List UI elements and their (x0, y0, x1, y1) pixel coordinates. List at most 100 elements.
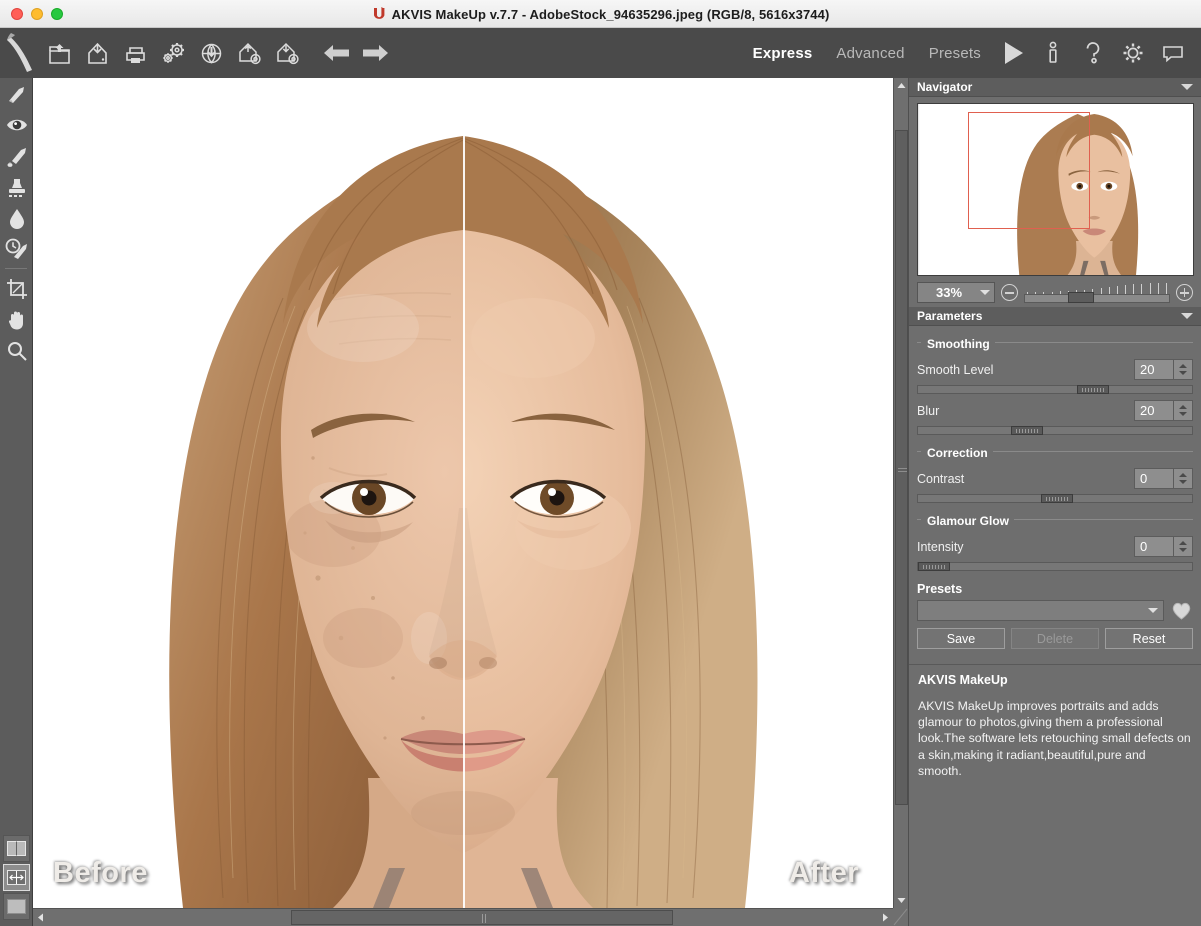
help-button[interactable] (1073, 28, 1113, 78)
zoom-out-button[interactable] (1001, 284, 1018, 301)
param-value-intensity[interactable]: 0 (1134, 536, 1173, 557)
spinner-buttons-blur[interactable] (1173, 400, 1193, 421)
navigator-viewport-rect[interactable] (968, 112, 1090, 229)
param-spinner-blur[interactable]: 20 (1134, 400, 1193, 421)
param-label-intensity: Intensity (917, 539, 964, 554)
preset-buttons: Save Delete Reset (917, 628, 1193, 649)
param-spinner-contrast[interactable]: 0 (1134, 468, 1193, 489)
param-spinner-smooth-level[interactable]: 20 (1134, 359, 1193, 380)
chevron-down-icon-zoom (980, 290, 990, 295)
hand-tool[interactable] (0, 304, 33, 335)
zoom-slider[interactable] (1024, 282, 1170, 303)
vertical-scroll-thumb[interactable] (895, 130, 908, 805)
param-slider-blur[interactable] (917, 426, 1193, 435)
param-label-contrast: Contrast (917, 471, 965, 486)
run-button[interactable] (993, 28, 1033, 78)
view-mode-split[interactable] (3, 835, 30, 862)
group-title-glamour-glow: Glamour Glow (921, 514, 1015, 528)
mode-presets[interactable]: Presets (917, 45, 993, 62)
publish-web-button[interactable] (192, 32, 230, 74)
canvas-horizontal-scrollbar[interactable] (33, 908, 908, 926)
blur-tool[interactable] (0, 202, 33, 233)
zoom-level-value: 33% (935, 285, 963, 300)
navigator-title: Navigator (917, 80, 973, 94)
parameters-body: Smoothing Smooth Level 20 Blur 20 Correc… (909, 335, 1201, 655)
preferences-button[interactable] (154, 32, 192, 74)
image-canvas[interactable]: Before After (33, 78, 893, 908)
chevron-down-icon-params[interactable] (1181, 313, 1193, 319)
param-slider-thumb-contrast[interactable] (1041, 494, 1074, 503)
heart-icon[interactable] (1170, 600, 1193, 621)
zoom-slider-track[interactable] (1024, 294, 1170, 303)
comments-button[interactable] (1153, 28, 1193, 78)
mode-express[interactable]: Express (741, 45, 825, 62)
exclusion-tool[interactable] (0, 140, 33, 171)
horizontal-scroll-thumb[interactable] (291, 910, 673, 925)
spinner-buttons-smooth-level[interactable] (1173, 359, 1193, 380)
param-slider-thumb-smooth-level[interactable] (1076, 385, 1109, 394)
left-toolbar (0, 78, 33, 926)
zoom-level-select[interactable]: 33% (917, 282, 995, 303)
scroll-thumb-grip-h (482, 914, 486, 923)
open-image-button[interactable] (40, 32, 78, 74)
print-image-button[interactable] (116, 32, 154, 74)
param-row-contrast: Contrast 0 (917, 468, 1193, 489)
spinner-buttons-intensity[interactable] (1173, 536, 1193, 557)
param-slider-thumb-intensity[interactable] (918, 562, 950, 571)
smudge-tool[interactable] (0, 78, 33, 109)
settings-button[interactable] (1113, 28, 1153, 78)
zoom-slider-thumb[interactable] (1068, 292, 1094, 303)
preset-select[interactable] (917, 600, 1164, 621)
about-button[interactable] (1033, 28, 1073, 78)
view-mode-compare[interactable] (3, 864, 30, 891)
parameters-title: Parameters (917, 309, 983, 323)
canvas-vertical-scrollbar[interactable] (893, 78, 909, 908)
parameters-header[interactable]: Parameters (909, 307, 1201, 326)
param-slider-intensity[interactable] (917, 562, 1193, 571)
preset-save-button[interactable]: Save (917, 628, 1005, 649)
view-mode-single[interactable] (3, 893, 30, 920)
group-correction: Correction (917, 444, 1193, 462)
preset-reset-button[interactable]: Reset (1105, 628, 1193, 649)
param-spinner-intensity[interactable]: 0 (1134, 536, 1193, 557)
navigator-header[interactable]: Navigator (909, 78, 1201, 97)
history-brush-tool[interactable] (0, 233, 33, 264)
redo-button[interactable] (356, 32, 394, 74)
navigator-thumbnail[interactable] (917, 103, 1194, 276)
zoom-slider-ticks (1027, 283, 1167, 294)
akvis-makeup-window: AKVIS MakeUp v.7.7 - AdobeStock_94635296… (0, 0, 1201, 926)
right-panel: Navigator 33% Parameters Smoothing Smoot… (908, 78, 1201, 926)
toolbar-right-group: Express Advanced Presets (741, 28, 1193, 78)
mode-advanced[interactable]: Advanced (824, 45, 916, 62)
preset-delete-button[interactable]: Delete (1011, 628, 1099, 649)
scroll-up-button[interactable] (894, 78, 909, 93)
scroll-right-button[interactable] (878, 909, 893, 926)
zoom-tool[interactable] (0, 335, 33, 366)
crop-tool[interactable] (0, 273, 33, 304)
param-slider-smooth-level[interactable] (917, 385, 1193, 394)
param-slider-contrast[interactable] (917, 494, 1193, 503)
chevron-down-icon-preset (1148, 608, 1158, 613)
param-row-intensity: Intensity 0 (917, 536, 1193, 557)
scroll-down-button[interactable] (894, 893, 909, 908)
before-after-split-line[interactable] (463, 78, 465, 908)
scroll-left-button[interactable] (33, 909, 48, 926)
scrollbar-corner (893, 908, 908, 926)
brand-mark-icon (0, 28, 40, 78)
zoom-in-button[interactable] (1176, 284, 1193, 301)
keep-area-tool[interactable] (0, 109, 33, 140)
undo-button[interactable] (318, 32, 356, 74)
info-title: AKVIS MakeUp (918, 673, 1008, 687)
param-value-smooth-level[interactable]: 20 (1134, 359, 1173, 380)
param-label-smooth-level: Smooth Level (917, 362, 994, 377)
param-value-blur[interactable]: 20 (1134, 400, 1173, 421)
param-value-contrast[interactable]: 0 (1134, 468, 1173, 489)
chevron-down-icon[interactable] (1181, 84, 1193, 90)
save-image-button[interactable] (78, 32, 116, 74)
stamp-tool[interactable] (0, 171, 33, 202)
import-settings-button[interactable] (230, 32, 268, 74)
export-settings-button[interactable] (268, 32, 306, 74)
param-slider-thumb-blur[interactable] (1011, 426, 1044, 435)
group-title-correction: Correction (921, 446, 993, 460)
spinner-buttons-contrast[interactable] (1173, 468, 1193, 489)
